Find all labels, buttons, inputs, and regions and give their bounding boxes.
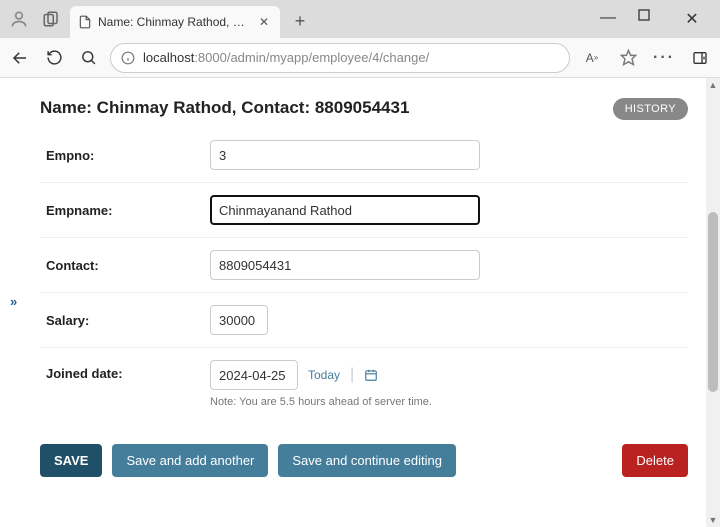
sidebar-toggle-icon[interactable] [688,46,712,70]
page-content: » Name: Chinmay Rathod, Contact: 8809054… [0,78,706,527]
breadcrumbs-toggle[interactable]: » [10,294,17,309]
empno-input[interactable] [210,140,480,170]
scrollbar-thumb[interactable] [708,212,718,392]
refresh-button[interactable] [42,46,66,70]
collections-icon[interactable] [38,6,64,32]
scroll-up-icon[interactable]: ▲ [709,78,718,92]
browser-toolbar: localhost:8000/admin/myapp/employee/4/ch… [0,38,720,78]
save-add-another-button[interactable]: Save and add another [112,444,268,477]
favorite-icon[interactable] [616,46,640,70]
maximize-button[interactable] [638,9,662,29]
save-continue-button[interactable]: Save and continue editing [278,444,456,477]
today-link[interactable]: Today [308,368,340,382]
viewport: » Name: Chinmay Rathod, Contact: 8809054… [0,78,720,527]
contact-label: Contact: [40,258,210,273]
profile-icon[interactable] [6,6,32,32]
salary-input[interactable] [210,305,268,335]
new-tab-button[interactable]: + [286,7,314,35]
joined-date-input[interactable] [210,360,298,390]
delete-button[interactable]: Delete [622,444,688,477]
more-icon[interactable]: ··· [652,46,676,70]
back-button[interactable] [8,46,32,70]
submit-row: SAVE Save and add another Save and conti… [40,444,688,477]
tab-strip: Name: Chinmay Rathod, Contact: ✕ + ― ✕ [0,0,720,38]
search-button[interactable] [76,46,100,70]
history-button[interactable]: HISTORY [613,98,688,120]
tab-title: Name: Chinmay Rathod, Contact: [98,15,250,29]
joined-date-label: Joined date: [40,360,210,381]
salary-label: Salary: [40,313,210,328]
read-aloud-icon[interactable]: A» [580,46,604,70]
browser-tab[interactable]: Name: Chinmay Rathod, Contact: ✕ [70,6,280,38]
scroll-down-icon[interactable]: ▼ [709,513,718,527]
page-title: Name: Chinmay Rathod, Contact: 880905443… [40,98,409,118]
save-button[interactable]: SAVE [40,444,102,477]
window-controls: ― ✕ [596,9,714,29]
site-info-icon[interactable] [121,51,135,65]
address-bar[interactable]: localhost:8000/admin/myapp/employee/4/ch… [110,43,570,73]
close-window-button[interactable]: ✕ [680,9,704,29]
file-icon [78,15,92,29]
toolbar-right: A» ··· [580,46,712,70]
empname-input[interactable] [210,195,480,225]
url-text: localhost:8000/admin/myapp/employee/4/ch… [143,50,429,65]
close-icon[interactable]: ✕ [256,15,272,29]
minimize-button[interactable]: ― [596,9,620,29]
calendar-icon[interactable] [364,368,378,382]
contact-input[interactable] [210,250,480,280]
timezone-help-text: Note: You are 5.5 hours ahead of server … [210,396,432,408]
scrollbar[interactable]: ▲ ▼ [706,78,720,527]
empno-label: Empno: [40,148,210,163]
empname-label: Empname: [40,203,210,218]
divider: | [350,366,354,384]
browser-chrome: Name: Chinmay Rathod, Contact: ✕ + ― ✕ [0,0,720,78]
